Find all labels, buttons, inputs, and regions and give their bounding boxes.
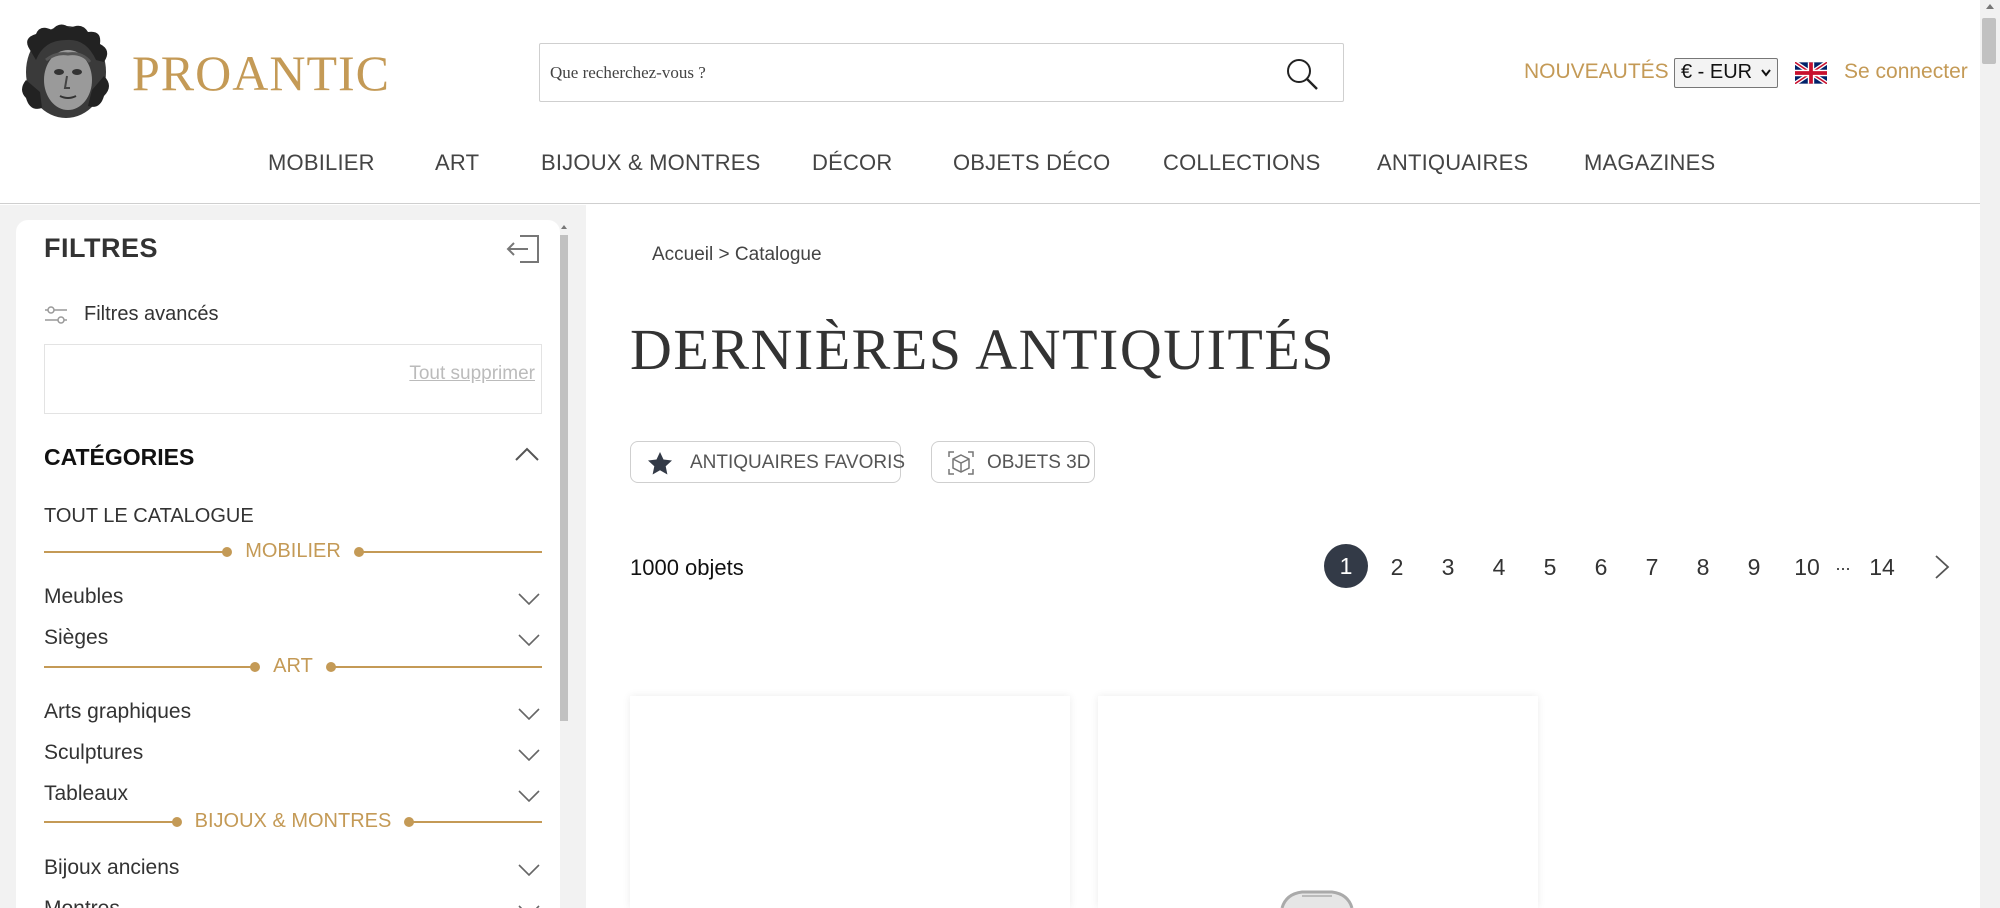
scrollbar-thumb[interactable]	[1982, 18, 1996, 64]
favorite-dealers-button[interactable]: ANTIQUAIRES FAVORIS	[630, 441, 905, 483]
sliders-icon[interactable]	[44, 305, 68, 325]
category-item-sieges[interactable]: Sièges	[44, 624, 542, 654]
chevron-down-icon[interactable]	[518, 634, 540, 646]
filters-title: FILTRES	[44, 233, 158, 263]
category-group-label: MOBILIER	[245, 540, 341, 562]
chevron-right-icon[interactable]	[1934, 554, 1950, 580]
filters-sidebar: FILTRES Filtres avancés Tout supprimer C…	[16, 220, 560, 908]
currency-value: € - EUR	[1681, 61, 1753, 83]
category-group-label: ART	[273, 655, 313, 677]
category-item-label: Arts graphiques	[44, 700, 192, 723]
category-item-label: Montres	[44, 897, 120, 908]
chevron-down-icon	[1761, 69, 1771, 77]
categories-title: CATÉGORIES	[44, 444, 195, 470]
page-link[interactable]: 10	[1794, 554, 1820, 581]
3d-objects-button[interactable]: OBJETS 3D	[931, 441, 1095, 483]
search-box[interactable]	[539, 43, 1344, 102]
category-item-label: Sculptures	[44, 741, 144, 764]
main-nav: MOBILIER ART BIJOUX & MONTRES DÉCOR OBJE…	[0, 150, 1980, 184]
product-card[interactable]	[1098, 696, 1538, 908]
category-divider-art: ART	[44, 655, 542, 679]
category-item-meubles[interactable]: Meubles	[44, 583, 542, 613]
page-link-last[interactable]: 14	[1869, 554, 1895, 581]
pill-label: OBJETS 3D	[987, 452, 1091, 473]
search-icon[interactable]	[1285, 57, 1319, 91]
search-input[interactable]	[550, 54, 1250, 92]
pill-label: ANTIQUAIRES FAVORIS	[690, 452, 906, 473]
star-icon	[648, 452, 672, 475]
page-link[interactable]: 9	[1748, 554, 1761, 581]
page-link[interactable]: 3	[1442, 554, 1455, 581]
chevron-down-icon[interactable]	[518, 864, 540, 876]
clear-all-filters-link[interactable]: Tout supprimer	[409, 363, 535, 385]
pagination: 1 2 3 4 5 6 7 8 9 10 ... 14	[1322, 544, 1962, 588]
nav-item-mobilier[interactable]: MOBILIER	[268, 150, 375, 176]
scrollbar-thumb[interactable]	[560, 235, 568, 721]
currency-select[interactable]: € - EUR	[1674, 58, 1778, 88]
chevron-up-icon[interactable]	[514, 446, 540, 462]
category-item-bijoux-anciens[interactable]: Bijoux anciens	[44, 854, 542, 884]
nav-item-bijoux-montres[interactable]: BIJOUX & MONTRES	[541, 150, 761, 176]
nav-item-magazines[interactable]: MAGAZINES	[1584, 150, 1715, 176]
page-current[interactable]: 1	[1324, 544, 1368, 588]
category-item-arts-graphiques[interactable]: Arts graphiques	[44, 698, 542, 728]
collapse-sidebar-icon[interactable]	[506, 234, 540, 264]
logo-medusa-icon[interactable]	[16, 20, 114, 124]
nav-item-art[interactable]: ART	[435, 150, 479, 176]
page-ellipsis: ...	[1835, 554, 1851, 574]
cube-3d-icon	[948, 451, 974, 475]
scroll-up-arrow[interactable]	[1986, 4, 1994, 9]
page-link[interactable]: 7	[1646, 554, 1659, 581]
new-arrivals-link[interactable]: NOUVEAUTÉS	[1524, 60, 1669, 84]
page-link[interactable]: 4	[1493, 554, 1506, 581]
chevron-down-icon[interactable]	[518, 708, 540, 720]
category-item-label: Bijoux anciens	[44, 856, 180, 879]
page-scrollbar[interactable]	[1980, 0, 2000, 908]
page-link[interactable]: 8	[1697, 554, 1710, 581]
nav-item-antiquaires[interactable]: ANTIQUAIRES	[1377, 150, 1528, 176]
chevron-down-icon[interactable]	[518, 593, 540, 605]
nav-item-decor[interactable]: DÉCOR	[812, 150, 892, 176]
nav-item-objets-deco[interactable]: OBJETS DÉCO	[953, 150, 1110, 176]
category-group-label: BIJOUX & MONTRES	[194, 810, 392, 832]
all-catalog-link[interactable]: TOUT LE CATALOGUE	[44, 505, 254, 528]
chevron-down-icon[interactable]	[518, 749, 540, 761]
category-item-sculptures[interactable]: Sculptures	[44, 739, 542, 769]
advanced-filters-link[interactable]: Filtres avancés	[84, 303, 219, 326]
category-item-label: Tableaux	[44, 782, 129, 805]
selected-filters-box: Tout supprimer	[44, 344, 542, 414]
category-item-label: Meubles	[44, 585, 124, 608]
breadcrumb[interactable]: Accueil > Catalogue	[652, 244, 822, 266]
page-title: DERNIÈRES ANTIQUITÉS	[630, 317, 1336, 382]
login-link[interactable]: Se connecter	[1844, 60, 1968, 84]
category-item-label: Sièges	[44, 626, 109, 649]
nav-item-collections[interactable]: COLLECTIONS	[1163, 150, 1320, 176]
sidebar-scrollbar[interactable]	[560, 225, 568, 725]
category-item-montres[interactable]: Montres	[44, 895, 542, 908]
category-divider-bijoux-montres: BIJOUX & MONTRES	[44, 810, 542, 834]
product-card[interactable]	[630, 696, 1070, 908]
results-count: 1000 objets	[630, 555, 744, 580]
category-divider-mobilier: MOBILIER	[44, 540, 542, 564]
page-link[interactable]: 6	[1595, 554, 1608, 581]
page-link[interactable]: 2	[1391, 554, 1404, 581]
page-link[interactable]: 5	[1544, 554, 1557, 581]
site-header: PROANTIC NOUVEAUTÉS € - EUR Se connecter…	[0, 0, 1980, 204]
scroll-up-arrow[interactable]	[561, 225, 567, 229]
chevron-down-icon[interactable]	[518, 790, 540, 802]
logo-text[interactable]: PROANTIC	[132, 44, 390, 102]
uk-flag-icon[interactable]	[1795, 62, 1827, 84]
product-image[interactable]	[1272, 890, 1362, 908]
category-item-tableaux[interactable]: Tableaux	[44, 780, 542, 810]
